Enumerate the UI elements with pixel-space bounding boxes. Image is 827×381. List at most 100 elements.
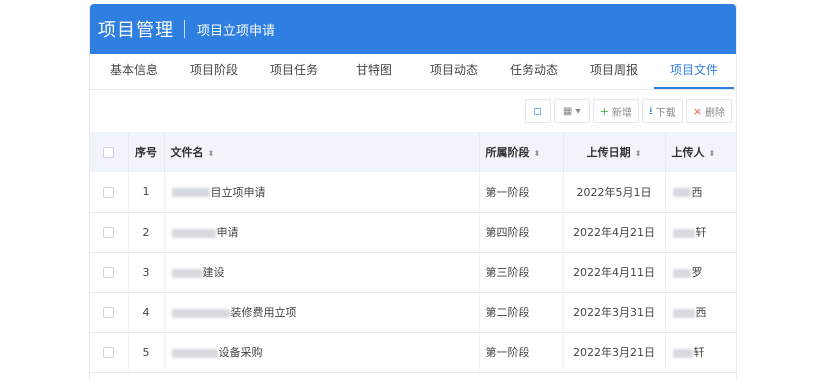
redacted-text: [672, 268, 691, 278]
row-uploader: 西: [665, 172, 736, 213]
row-upload-date: 2022年4月21日: [563, 212, 666, 253]
row-stage: 第三阶段: [479, 252, 564, 293]
header-upload-date-label: 上传日期: [586, 146, 631, 159]
select-all-checkbox[interactable]: [103, 147, 115, 158]
row-index: 5: [128, 332, 165, 373]
row-stage: 第二阶段: [479, 292, 564, 333]
row-stage: 第四阶段: [479, 212, 564, 253]
row-upload-date: 2022年5月1日: [563, 172, 666, 213]
row-index: 4: [128, 292, 165, 333]
app-header: 项目管理 项目立项申请: [90, 4, 736, 54]
row-uploader: 轩: [665, 332, 736, 373]
grid-icon: ▦ ▾: [562, 105, 581, 117]
table-row[interactable]: 1 目立项申请 第一阶段 2022年5月1日 西: [90, 172, 736, 213]
row-upload-date: 2022年4月11日: [563, 252, 666, 293]
page-subtitle[interactable]: 项目立项申请: [197, 20, 275, 39]
table-header-row: 序号 文件名 ⬍ 所属阶段 ⬍ 上传日期 ⬍ 上传人 ⬍: [90, 132, 736, 172]
row-filename-text: 设备采购: [218, 346, 263, 359]
delete-icon: ×: [692, 104, 702, 118]
redacted-text: [171, 348, 218, 358]
row-checkbox[interactable]: [103, 307, 115, 318]
refresh-button[interactable]: ◻: [524, 99, 551, 123]
row-filename-text: 申请: [216, 226, 239, 239]
header-index: 序号: [128, 132, 165, 172]
sort-icon[interactable]: ⬍: [709, 149, 716, 158]
tab-basic-info[interactable]: 基本信息: [94, 53, 174, 89]
redacted-text: [672, 348, 693, 358]
header-uploader[interactable]: 上传人 ⬍: [665, 132, 736, 172]
row-filename[interactable]: 装修费用立项: [164, 292, 480, 333]
table-row[interactable]: 4 装修费用立项 第二阶段 2022年3月31日 西: [90, 292, 736, 333]
header-filename[interactable]: 文件名 ⬍: [164, 132, 480, 172]
row-check-cell: [90, 292, 129, 333]
sort-icon[interactable]: ⬍: [534, 149, 541, 158]
download-button-label: 下载: [655, 107, 676, 119]
app-title: 项目管理: [98, 20, 174, 41]
row-uploader: 罗: [665, 252, 736, 293]
select-all-cell: [90, 132, 129, 172]
redacted-text: [171, 188, 210, 198]
table-row[interactable]: 3 建设 第三阶段 2022年4月11日 罗: [90, 252, 736, 293]
redacted-text: [171, 228, 216, 238]
row-checkbox[interactable]: [103, 347, 115, 358]
sort-icon[interactable]: ⬍: [635, 149, 642, 158]
row-upload-date: 2022年3月21日: [563, 332, 666, 373]
add-button-label: 新增: [611, 107, 632, 119]
column-settings-button[interactable]: ▦ ▾: [553, 99, 590, 123]
row-stage: 第一阶段: [479, 332, 564, 373]
tab-bar: 基本信息 项目阶段 项目任务 甘特图 项目动态 任务动态 项目周报 项目文件: [90, 54, 736, 90]
header-stage[interactable]: 所属阶段 ⬍: [479, 132, 564, 172]
tab-project-files[interactable]: 项目文件: [654, 53, 734, 89]
header-stage-label: 所属阶段: [485, 146, 530, 159]
redacted-text: [171, 268, 202, 278]
row-filename[interactable]: 设备采购: [164, 332, 480, 373]
row-uploader-text: 西: [695, 306, 707, 319]
sort-icon[interactable]: ⬍: [208, 149, 215, 158]
row-uploader-text: 西: [691, 185, 703, 199]
row-filename[interactable]: 申请: [164, 212, 480, 253]
header-filename-label: 文件名: [170, 146, 204, 159]
row-checkbox[interactable]: [103, 267, 115, 278]
redacted-text: [672, 228, 695, 238]
header-uploader-label: 上传人: [671, 146, 705, 159]
row-checkbox[interactable]: [103, 186, 115, 198]
row-check-cell: [90, 332, 129, 373]
row-uploader: 轩: [665, 212, 736, 253]
add-button[interactable]: + 新增: [592, 99, 639, 123]
tab-project-activity[interactable]: 项目动态: [414, 53, 494, 89]
header-divider: [184, 20, 185, 38]
table-row[interactable]: 5 设备采购 第一阶段 2022年3月21日 轩: [90, 332, 736, 373]
row-checkbox[interactable]: [103, 227, 115, 238]
row-index: 2: [128, 212, 165, 253]
row-filename-text: 建设: [202, 266, 225, 279]
tab-gantt-chart[interactable]: 甘特图: [334, 53, 414, 89]
delete-button-label: 删除: [705, 107, 725, 119]
row-check-cell: [90, 172, 129, 213]
project-management-window: 项目管理 项目立项申请 基本信息 项目阶段 项目任务 甘特图 项目动态 任务动态…: [89, 4, 737, 381]
tab-task-activity[interactable]: 任务动态: [494, 53, 574, 89]
tab-project-tasks[interactable]: 项目任务: [254, 53, 334, 89]
table-toolbar: ◻ ▦ ▾ + 新增 ⭳ 下载 × 删除: [90, 90, 736, 132]
row-filename[interactable]: 建设: [164, 252, 480, 293]
download-icon: ⭳: [648, 103, 653, 117]
table-row[interactable]: 2 申请 第四阶段 2022年4月21日 轩: [90, 212, 736, 253]
tab-project-stages[interactable]: 项目阶段: [174, 53, 254, 89]
redacted-text: [672, 188, 691, 198]
redacted-text: [171, 308, 230, 318]
delete-button[interactable]: × 删除: [685, 99, 732, 123]
row-uploader-text: 轩: [695, 226, 707, 239]
row-uploader-text: 轩: [693, 346, 705, 359]
download-button[interactable]: ⭳ 下载: [641, 99, 683, 123]
header-upload-date[interactable]: 上传日期 ⬍: [563, 132, 666, 172]
files-table: 序号 文件名 ⬍ 所属阶段 ⬍ 上传日期 ⬍ 上传人 ⬍ 1 目立项申请 第一阶…: [90, 132, 736, 373]
row-index: 3: [128, 252, 165, 293]
plus-icon: +: [599, 104, 609, 118]
redacted-text: [672, 308, 695, 318]
row-filename-text: 目立项申请: [210, 185, 266, 199]
tab-weekly-report[interactable]: 项目周报: [574, 53, 654, 89]
row-filename-text: 装修费用立项: [230, 306, 297, 319]
row-filename[interactable]: 目立项申请: [164, 172, 480, 213]
row-uploader: 西: [665, 292, 736, 333]
row-stage: 第一阶段: [479, 172, 564, 213]
row-index: 1: [128, 172, 165, 213]
